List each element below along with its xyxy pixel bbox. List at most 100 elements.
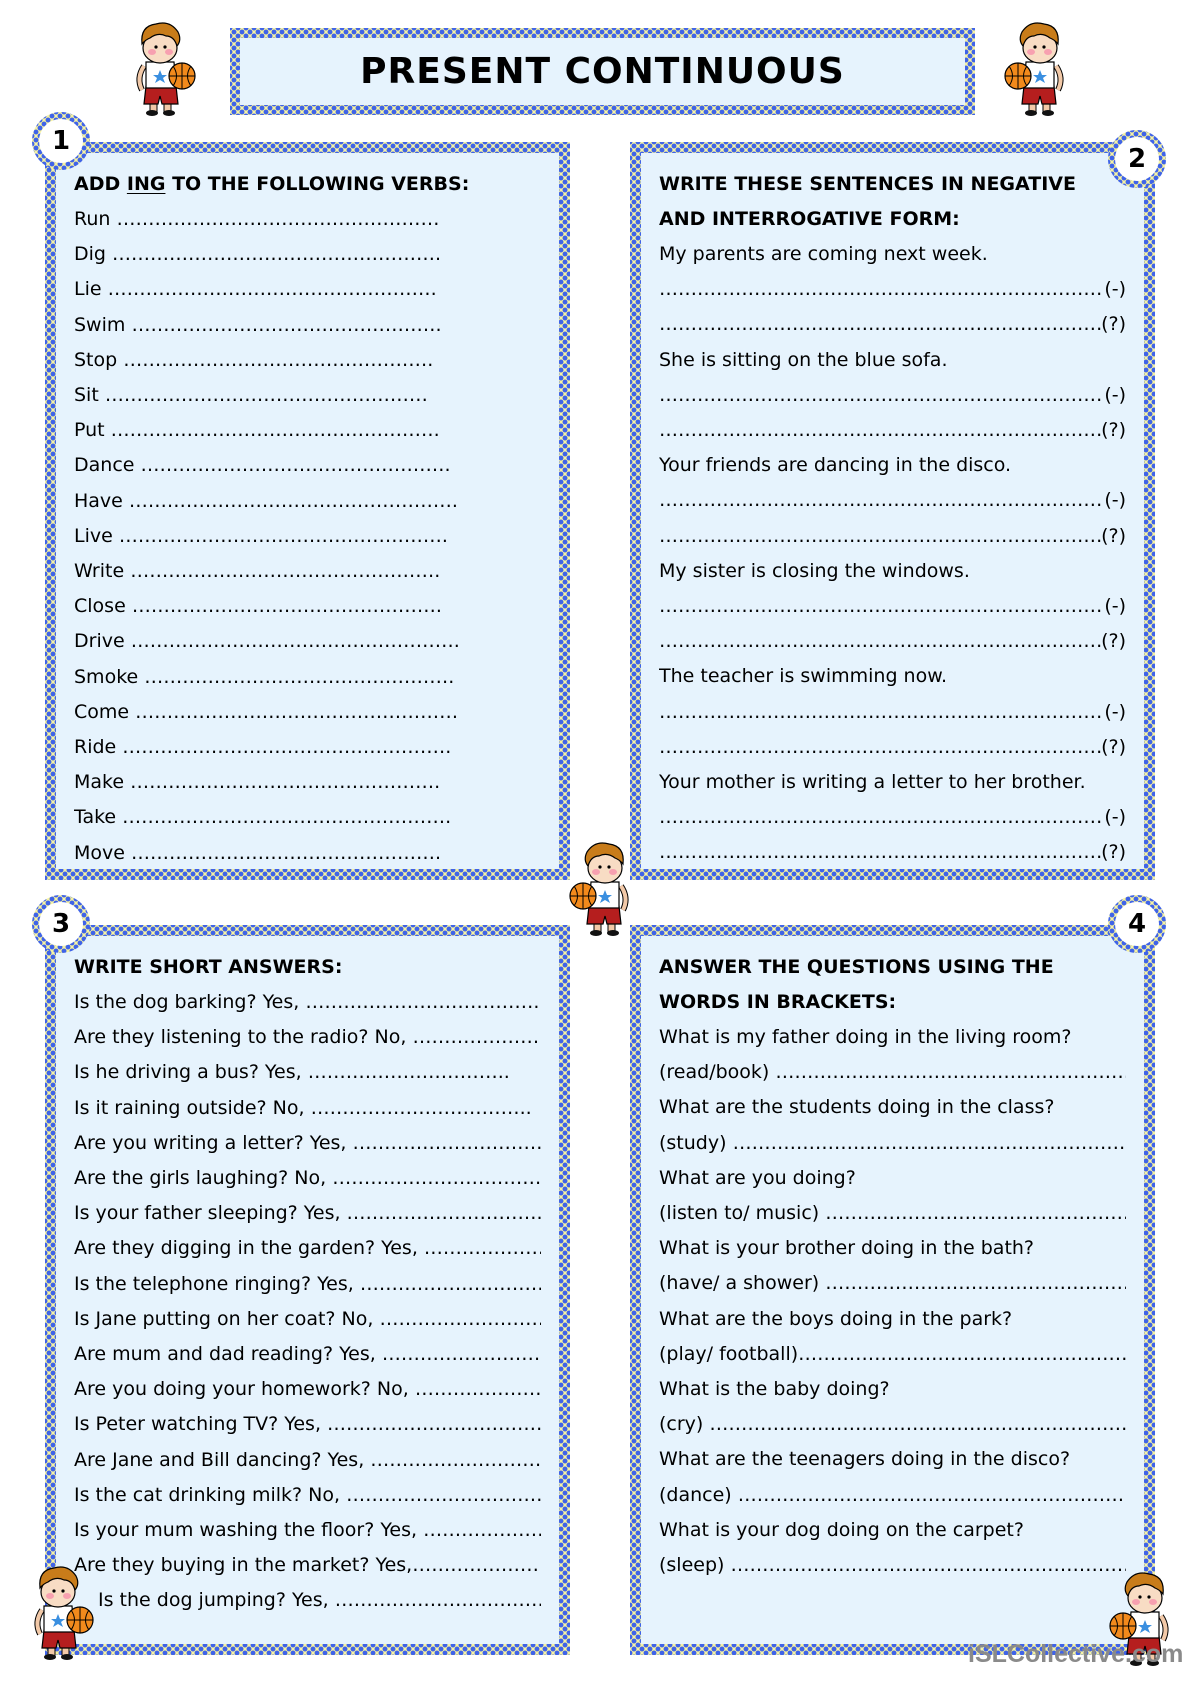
answer-blank[interactable]: …………………………………………….: [129, 490, 458, 512]
answer-blank[interactable]: ……………………………….…: [305, 991, 541, 1013]
exercise-4-heading-line2: WORDS IN BRACKETS:: [659, 991, 897, 1013]
verb-item: Put …………………………………………….: [74, 413, 541, 448]
answer-blank[interactable]: ……………………………………………: [135, 701, 458, 723]
answer-blank[interactable]: ……………………………………………………………………………………: [659, 730, 1101, 765]
short-answer-item: Is the dog barking? Yes, ……………………………….…: [74, 985, 541, 1020]
answer-blank[interactable]: ……………………………………………………………………………………: [659, 624, 1101, 659]
answer-blank[interactable]: ………………………………………….: [131, 314, 441, 336]
answer-blank[interactable]: ……………………………..: [311, 1097, 532, 1119]
question-text: Are they listening to the radio? No,: [74, 1026, 413, 1049]
verb-item: Write ………………………………………….: [74, 554, 541, 589]
question-text: Are Jane and Bill dancing? Yes,: [74, 1448, 371, 1471]
sentence: Your friends are dancing in the disco.: [659, 454, 1012, 477]
short-answer-item: Is he driving a bus? Yes, …………………………..: [74, 1055, 541, 1090]
question-text: Is it raining outside? No,: [74, 1096, 311, 1119]
answer-blank[interactable]: ……………………………………………………………………………………: [659, 378, 1104, 413]
short-answer-list: Is the dog barking? Yes, ……………………………….… A…: [74, 985, 541, 1619]
answer-blank[interactable]: ………………………………………….: [130, 560, 440, 582]
answer-blank[interactable]: ……………………………………………: [116, 208, 439, 230]
answer-blank[interactable]: …………………………………………….: [131, 630, 460, 652]
short-answer-item: Are Jane and Bill dancing? Yes, ………………………: [74, 1443, 541, 1478]
bracket-hint: (study): [659, 1131, 733, 1154]
form-marker: (?): [1101, 630, 1126, 653]
answer-blank[interactable]: ………………………………………….: [132, 595, 442, 617]
answer-blank[interactable]: ……………………………: [360, 1273, 541, 1295]
short-answer-item: Are mum and dad reading? Yes, ……………………………: [74, 1337, 541, 1372]
short-answer-item: Is your mum washing the floor? Yes, ……………: [74, 1513, 541, 1548]
answer-blank[interactable]: …………………………………………….: [112, 243, 441, 265]
verb-item: Move ………………………………………….: [74, 836, 541, 871]
form-marker: (?): [1101, 313, 1126, 336]
short-answer-item: Are they digging in the garden? Yes, …………: [74, 1231, 541, 1266]
answer-blank[interactable]: …………………….: [424, 1237, 541, 1259]
answer-blank[interactable]: ………………………………………………………: [825, 1272, 1126, 1294]
verb-label: Close: [74, 595, 126, 618]
answer-blank[interactable]: ……………………..: [423, 1519, 541, 1541]
answer-line: (play/ football)……………………………………………………..: [659, 1337, 1126, 1372]
answer-blank[interactable]: …………………………………………….: [108, 278, 437, 300]
question-text: Are mum and dad reading? Yes,: [74, 1343, 382, 1366]
answer-blank[interactable]: …………………….: [412, 1554, 541, 1576]
answer-blank[interactable]: …………………………………: [346, 1484, 541, 1506]
answer-blank[interactable]: ………………………………………….: [123, 349, 433, 371]
question-text: What are the boys doing in the park?: [659, 1307, 1013, 1330]
form-marker: (-): [1104, 595, 1126, 618]
verb-label: Swim: [74, 313, 126, 336]
answer-blank[interactable]: ……………………………………………………………………………………: [659, 413, 1101, 448]
answer-blank[interactable]: ……………………….: [415, 1378, 541, 1400]
page-title: PRESENT CONTINUOUS: [360, 51, 845, 92]
answer-blank[interactable]: …………………………………………………………………….: [709, 1413, 1126, 1435]
answer-blank[interactable]: …………………………………………….: [122, 806, 451, 828]
sentence: The teacher is swimming now.: [659, 665, 948, 688]
answer-blank[interactable]: ………………………………………………………………….: [733, 1132, 1126, 1154]
answer-blank[interactable]: ……………………………………………………………….: [775, 1061, 1126, 1083]
answer-blank[interactable]: …………………………………………….: [122, 736, 451, 758]
answer-blank[interactable]: ……………………………………………………………………………………: [659, 307, 1101, 342]
sentence: Your mother is writing a letter to her b…: [659, 771, 1086, 794]
answer-blank[interactable]: ……………………………………………………………………………………: [659, 272, 1104, 307]
answer-blank[interactable]: …………………………: [353, 1132, 542, 1154]
answer-blank[interactable]: …………………………..: [347, 1202, 541, 1224]
answer-blank[interactable]: …………………………..: [308, 1061, 510, 1083]
answer-blank[interactable]: ………………………………………….: [130, 771, 440, 793]
form-marker: (?): [1101, 419, 1126, 442]
short-answer-item: Is the dog jumping? Yes, ……………………………….: [74, 1583, 541, 1618]
negative-answer-line: ……………………………………………………………………………………(-): [659, 589, 1126, 624]
answer-blank[interactable]: ………………………………………….: [144, 666, 454, 688]
answer-blank[interactable]: ………………………………: [332, 1167, 541, 1189]
exercise-2-heading-line2: AND INTERROGATIVE FORM:: [659, 208, 960, 230]
short-answer-item: Are you doing your homework? No, ……………………: [74, 1372, 541, 1407]
answer-blank[interactable]: ……………………………………………………………………………………: [659, 835, 1101, 870]
answer-blank[interactable]: …………………………………………….: [111, 419, 440, 441]
bracket-hint: (play/ football): [659, 1342, 799, 1365]
answer-blank[interactable]: ……………………………………………: [105, 384, 428, 406]
bracket-hint: (cry): [659, 1413, 710, 1436]
answer-blank[interactable]: ………………………………………….: [131, 842, 441, 864]
answer-blank[interactable]: ……………………………………………………..: [798, 1343, 1126, 1365]
answer-blank[interactable]: …………………….: [412, 1026, 541, 1048]
verb-item: Swim ………………………………………….: [74, 308, 541, 343]
watermark: iSLCollective.com: [968, 1640, 1184, 1668]
bracket-hint: (sleep): [659, 1554, 731, 1577]
answer-blank[interactable]: ……………………………: [382, 1343, 541, 1365]
answer-blank[interactable]: ……………………………………………………………………………………: [659, 695, 1104, 730]
answer-blank[interactable]: ………………………………………….: [141, 454, 451, 476]
answer-blank[interactable]: …………………………….: [370, 1449, 541, 1471]
short-answer-item: Is your father sleeping? Yes, ……………………………: [74, 1196, 541, 1231]
question-text: What is your dog doing on the carpet?: [659, 1518, 1024, 1541]
question-text: Is Jane putting on her coat? No,: [74, 1307, 380, 1330]
heading-underlined-ing: ING: [126, 173, 166, 195]
answer-blank[interactable]: ……………………………………………………………………………………: [659, 483, 1104, 518]
answer-blank[interactable]: ……………………………………………………………………………………: [659, 519, 1101, 554]
answer-blank[interactable]: ……………………………………………………………………………………: [659, 800, 1104, 835]
verb-item: Make ………………………………………….: [74, 765, 541, 800]
question-text: Are the girls laughing? No,: [74, 1167, 333, 1190]
answer-blank[interactable]: …………………………………………….: [119, 525, 448, 547]
answer-blank[interactable]: ………………………………………………………..: [825, 1202, 1126, 1224]
answer-blank[interactable]: ……………………………………………………………………………………: [659, 589, 1104, 624]
answer-blank[interactable]: ……………………….: [379, 1308, 541, 1330]
answer-blank[interactable]: ……………………………….: [335, 1589, 541, 1611]
answer-blank[interactable]: …………………………………………………………………..: [738, 1484, 1126, 1506]
answer-blank[interactable]: ………………………………….: [327, 1413, 541, 1435]
answer-blank[interactable]: …………………………………………………………….: [730, 1554, 1126, 1576]
